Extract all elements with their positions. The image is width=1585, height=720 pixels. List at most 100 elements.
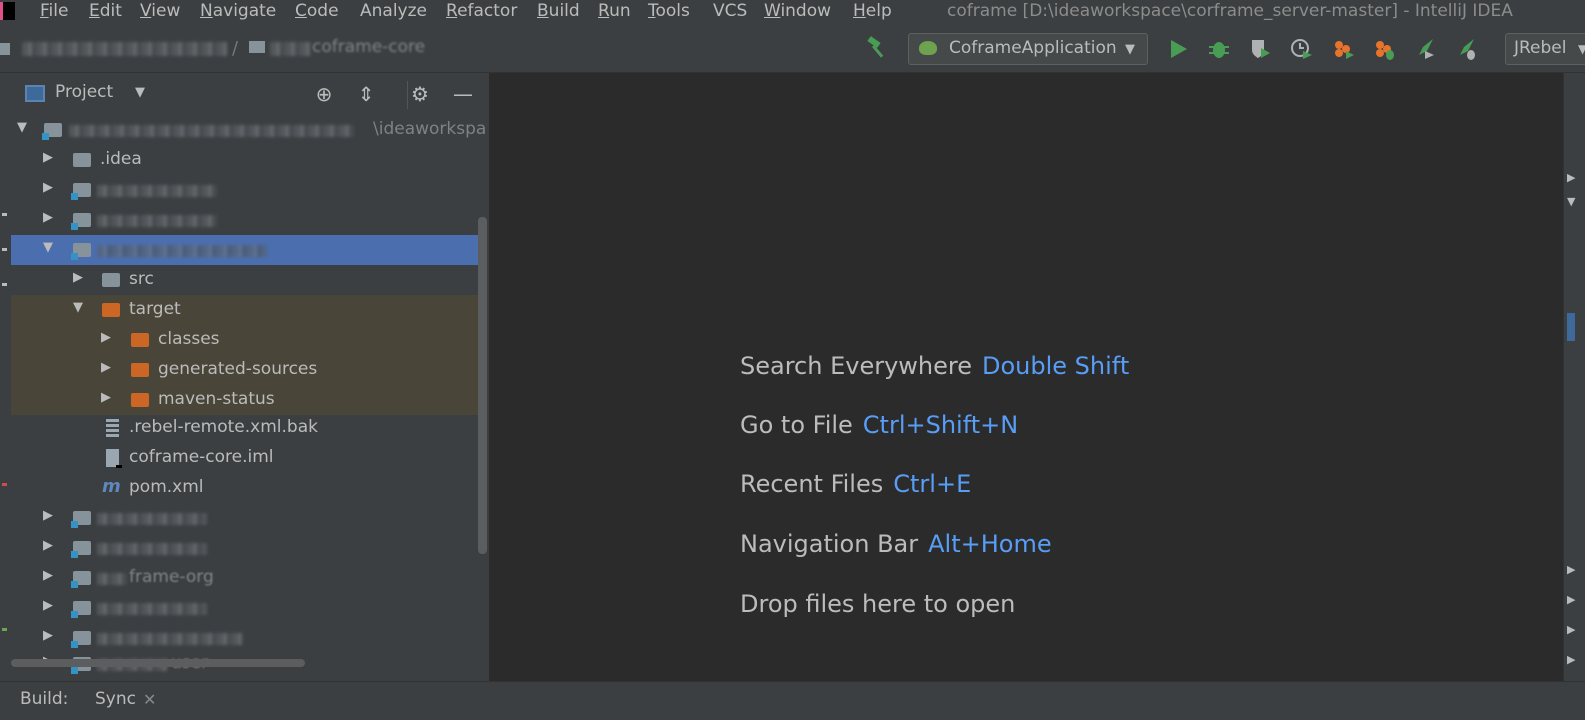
jrebel-select[interactable]: JRebel ▼ [1505,33,1585,65]
module-name-redacted [97,603,207,615]
tree-row-excluded[interactable]: ▶ maven-status [11,385,483,415]
jrebel-run-icon[interactable] [1331,37,1355,61]
tree-row[interactable]: ▶ frame-org [11,563,483,593]
menu-analyze[interactable]: Analyze [360,0,427,22]
strip-mark[interactable]: ▶ [1567,623,1575,636]
horizontal-scrollbar[interactable] [11,659,305,667]
breadcrumb-project-redacted[interactable] [22,42,227,56]
tree-row[interactable]: ▶ [11,533,483,563]
module-name-redacted [97,573,127,585]
excluded-folder-icon [131,393,149,407]
strip-mark[interactable]: ▶ [1567,653,1575,666]
tree-item-label: generated-sources [158,359,318,379]
hint-action: Go to File [740,411,853,439]
strip-mark[interactable]: ▶ [1567,171,1575,184]
menu-refactor[interactable]: Refactor [446,0,517,22]
tree-row[interactable]: ▶ [11,205,483,235]
hint-drop-files: Drop files here to open [740,590,1015,618]
minimize-icon[interactable]: — [451,82,475,106]
strip-mark[interactable]: ▼ [1567,195,1575,208]
chevron-right-icon[interactable]: ▶ [41,180,55,195]
excluded-folder-icon [102,303,120,317]
chevron-right-icon[interactable]: ▶ [99,390,113,405]
editor-empty-area[interactable]: Search Everywhere Double Shift Go to File… [489,73,1563,681]
tree-item-label: .rebel-remote.xml.bak [129,417,318,437]
breadcrumb-module[interactable]: coframe-core [312,37,425,57]
locate-file-icon[interactable]: ⊕ [312,82,336,106]
chevron-right-icon[interactable]: ▶ [41,508,55,523]
run-configuration-select[interactable]: CoframeApplication ▼ [908,33,1148,65]
run-icon[interactable] [1166,37,1190,61]
run-with-coverage-icon[interactable] [1248,37,1272,61]
menu-vcs[interactable]: VCS [713,0,747,22]
jrebel-debug-icon[interactable] [1372,37,1396,61]
chevron-down-icon: ▼ [1125,42,1135,57]
module-folder-icon [249,41,265,53]
debug-icon[interactable] [1207,37,1231,61]
chevron-down-icon[interactable]: ▼ [135,85,145,100]
menu-edit[interactable]: Edit [89,0,122,22]
tree-row[interactable]: m pom.xml [11,473,483,503]
project-view-title[interactable]: Project [55,82,113,102]
chevron-down-icon: ▼ [1578,42,1585,56]
tree-row-excluded[interactable]: ▶ generated-sources [11,355,483,385]
rocket-run-icon[interactable] [1413,37,1437,61]
profile-icon[interactable] [1290,37,1314,61]
chevron-right-icon[interactable]: ▶ [41,538,55,553]
menu-code[interactable]: Code [295,0,339,22]
chevron-right-icon[interactable]: ▶ [99,330,113,345]
chevron-right-icon[interactable]: ▶ [41,628,55,643]
chevron-down-icon[interactable]: ▼ [15,120,29,135]
strip-mark[interactable] [2,213,7,216]
strip-mark[interactable] [1567,313,1575,341]
intellij-app-icon[interactable] [0,2,15,20]
strip-mark[interactable] [2,483,7,486]
gear-icon[interactable]: ⚙ [408,82,432,106]
module-folder-icon [71,571,91,588]
chevron-right-icon[interactable]: ▶ [41,210,55,225]
tree-row-excluded[interactable]: ▶ classes [11,325,483,355]
build-hammer-icon[interactable] [866,36,890,60]
menu-run[interactable]: Run [598,0,631,22]
tree-row[interactable]: .rebel-remote.xml.bak [11,413,483,443]
rocket-debug-icon[interactable] [1454,37,1478,61]
menu-build[interactable]: Build [537,0,580,22]
menu-tools[interactable]: Tools [648,0,690,22]
spring-boot-icon [919,41,937,55]
menu-view[interactable]: View [140,0,180,22]
strip-mark[interactable] [2,248,7,251]
tree-row[interactable]: ▶ .idea [11,145,483,175]
tree-row[interactable]: ▶ [11,503,483,533]
strip-mark[interactable]: ▶ [1567,593,1575,606]
menu-window[interactable]: Window [764,0,831,22]
excluded-folder-icon [131,333,149,347]
tab-sync[interactable]: Sync [95,689,136,709]
chevron-down-icon[interactable]: ▼ [71,300,85,315]
vertical-scrollbar[interactable] [478,217,487,554]
chevron-right-icon[interactable]: ▶ [71,270,85,285]
tree-row-root[interactable]: ▼ \ideaworkspa [11,115,486,145]
tree-row[interactable]: ▶ [11,593,483,623]
tree-row-selected-module[interactable]: ▼ [11,235,483,265]
menu-file[interactable]: File [40,0,68,22]
chevron-down-icon[interactable]: ▼ [41,240,55,255]
tree-row[interactable]: coframe-core.iml [11,443,483,473]
menu-help[interactable]: Help [853,0,892,22]
jrebel-label: JRebel [1514,38,1567,58]
breadcrumb-separator: / [232,38,239,59]
chevron-right-icon[interactable]: ▶ [41,598,55,613]
chevron-right-icon[interactable]: ▶ [41,150,55,165]
folder-icon [0,43,10,55]
menu-navigate[interactable]: Navigate [200,0,276,22]
chevron-right-icon[interactable]: ▶ [99,360,113,375]
tree-row[interactable]: ▶ src [11,265,483,295]
module-folder-icon [71,183,91,200]
chevron-right-icon[interactable]: ▶ [41,568,55,583]
tree-row-excluded[interactable]: ▼ target [11,295,483,325]
collapse-all-icon[interactable]: ⇕ [354,82,378,106]
strip-mark[interactable] [2,283,7,286]
strip-mark[interactable]: ▶ [1567,563,1575,576]
strip-mark[interactable] [2,628,7,631]
close-icon[interactable]: ✕ [143,690,156,709]
tree-row[interactable]: ▶ [11,175,483,205]
